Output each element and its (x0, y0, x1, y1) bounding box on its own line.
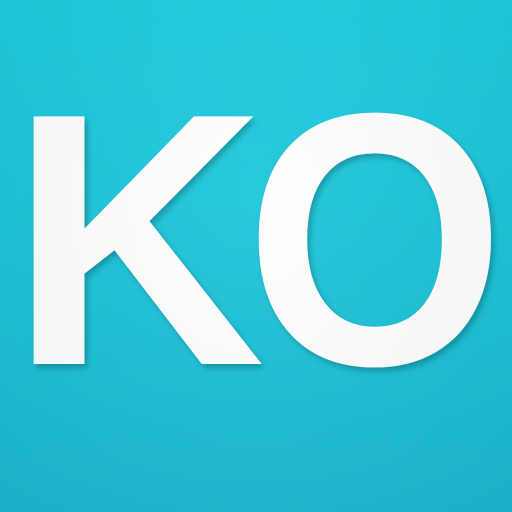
icon-glyphs: K O (10, 39, 505, 441)
app-icon: K O (0, 0, 512, 512)
letter-o: O (245, 39, 505, 441)
letter-k: K (10, 39, 265, 441)
